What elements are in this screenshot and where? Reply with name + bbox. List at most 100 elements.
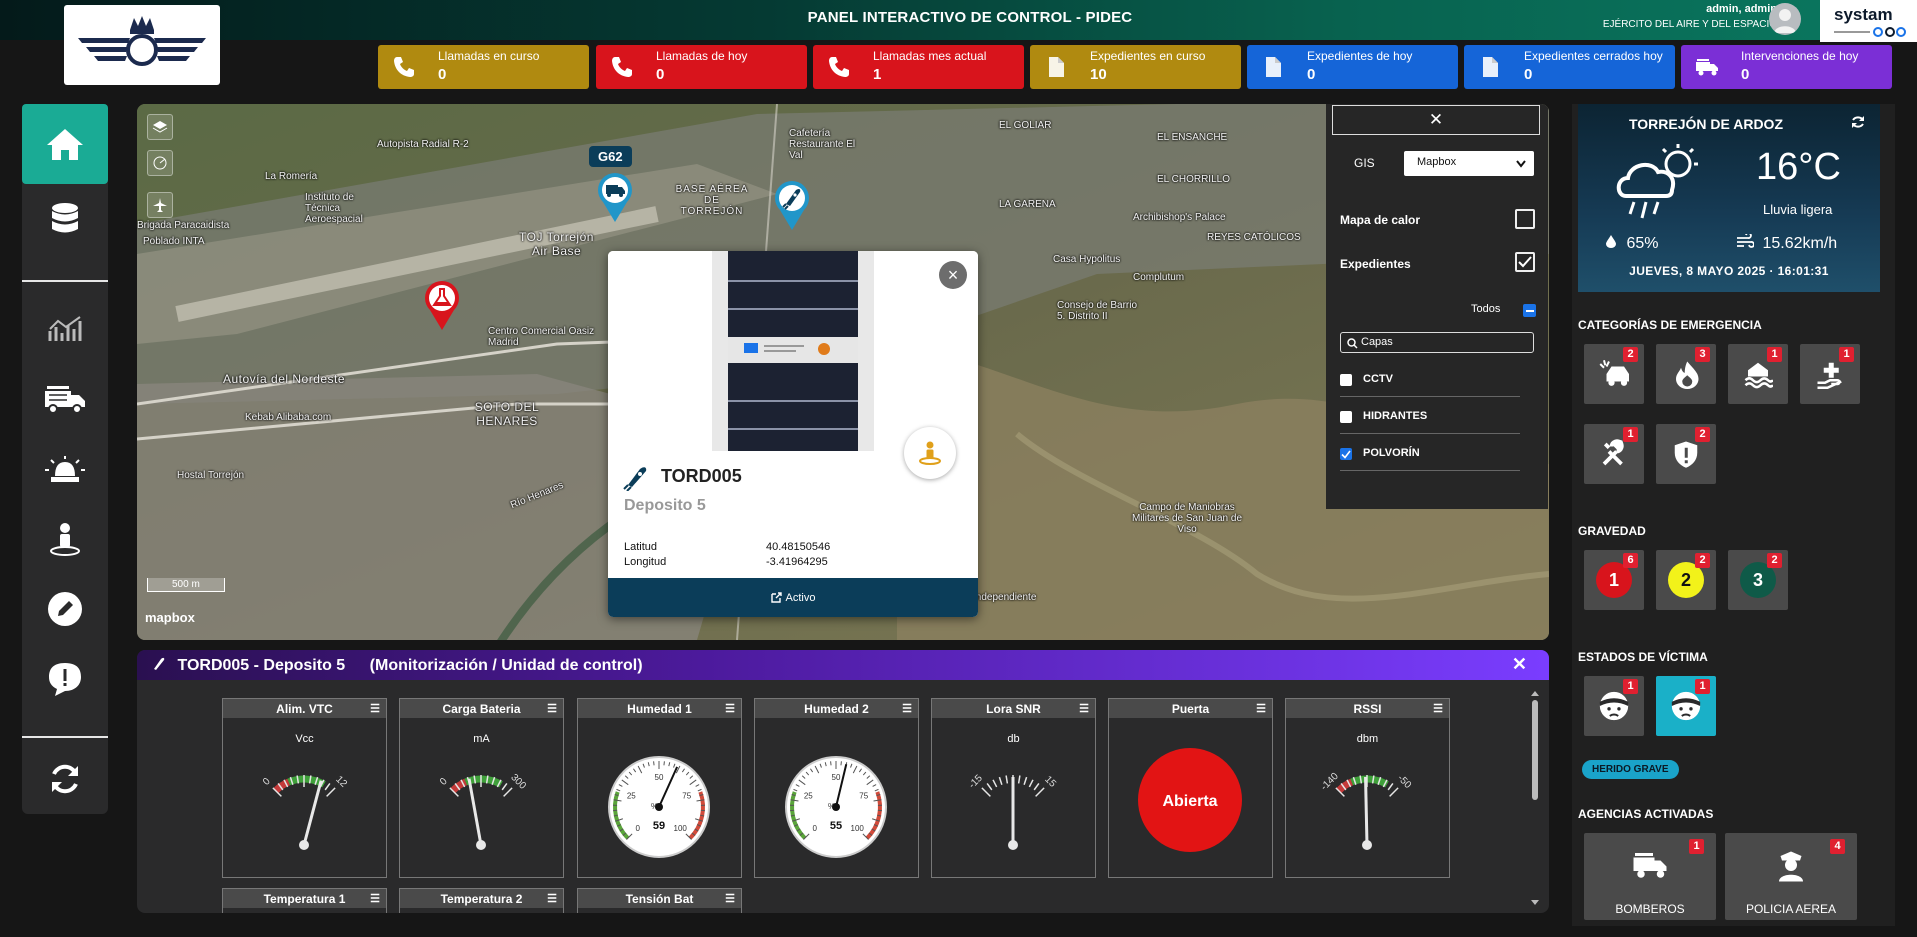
stat-tile-expedientes-en-curso[interactable]: Expedientes en curso 10 — [1030, 45, 1241, 89]
gauge-menu-icon[interactable]: ☰ — [902, 702, 912, 715]
popup-close-button[interactable]: × — [939, 261, 967, 289]
gauge-dial: 025507510055% — [785, 756, 887, 858]
agencies-title: AGENCIAS ACTIVADAS — [1578, 807, 1714, 821]
files-label: Expedientes — [1340, 257, 1411, 271]
gis-select[interactable]: Mapbox — [1404, 151, 1534, 176]
gauge-menu-icon[interactable]: ☰ — [547, 702, 557, 715]
gauge-menu-icon[interactable]: ☰ — [547, 892, 557, 905]
gauge-menu-icon[interactable]: ☰ — [725, 702, 735, 715]
stat-tile-llamadas-en-curso[interactable]: Llamadas en curso 0 — [378, 45, 589, 89]
severity-level-2[interactable]: 22 — [1656, 550, 1716, 610]
right-panel: TORREJÓN DE ARDOZ 16°C Lluvia ligera 65%… — [1572, 104, 1895, 926]
sidebar-item-warnings[interactable] — [22, 644, 108, 714]
gauge-rssi: RSSI ☰ dbm -140 -50 — [1285, 698, 1450, 878]
category-shield-alert[interactable]: 2 — [1656, 424, 1716, 484]
layer-item-cctv[interactable]: CCTV — [1340, 360, 1520, 397]
layers-search-input[interactable]: Capas — [1340, 332, 1534, 353]
todos-label: Todos — [1471, 303, 1501, 315]
sidebar-item-interventions[interactable] — [22, 364, 108, 434]
sidebar-item-people[interactable] — [22, 504, 108, 574]
map-flight-button[interactable] — [147, 192, 173, 218]
layer-checkbox[interactable] — [1340, 374, 1352, 386]
file-icon — [1266, 57, 1281, 77]
stat-tile-llamadas-mes-actual[interactable]: Llamadas mes actual 1 — [813, 45, 1024, 89]
refresh-icon — [1852, 116, 1864, 128]
sidebar-item-refresh[interactable] — [22, 744, 108, 814]
count-badge: 2 — [1623, 347, 1638, 362]
agency-bomberos[interactable]: 1 BOMBEROS — [1584, 833, 1716, 920]
layers-close-button[interactable]: ✕ — [1332, 105, 1540, 135]
active-button[interactable]: Activo — [608, 578, 978, 617]
monitor-close-button[interactable]: ✕ — [1512, 654, 1527, 675]
category-flood[interactable]: 1 — [1728, 344, 1788, 404]
polvorin-marker[interactable] — [772, 178, 812, 232]
sidebar-item-stats[interactable] — [22, 294, 108, 364]
gauge-menu-icon[interactable]: ☰ — [1433, 702, 1443, 715]
gauge-tick-label: 50 — [832, 773, 841, 782]
gauge-band-ok — [287, 775, 326, 788]
stat-tile-expedientes-cerrados-hoy[interactable]: Expedientes cerrados hoy 0 — [1464, 45, 1675, 89]
count-badge: 2 — [1695, 553, 1710, 568]
severity-level-1[interactable]: 16 — [1584, 550, 1644, 610]
gauge-tick — [986, 782, 993, 791]
count-badge: 1 — [1695, 679, 1710, 694]
gauge-menu-icon[interactable]: ☰ — [370, 702, 380, 715]
alert-bubble-icon — [49, 663, 81, 696]
sidebar-item-edit[interactable] — [22, 574, 108, 644]
todos-checkbox[interactable] — [1523, 304, 1536, 317]
map-label: Cafetería Restaurante El Val — [789, 128, 856, 161]
category-medical-aid[interactable]: 1 — [1800, 344, 1860, 404]
category-tools[interactable]: 1 — [1584, 424, 1644, 484]
gauge-menu-icon[interactable]: ☰ — [370, 892, 380, 905]
gauge-value: 55 — [830, 820, 842, 832]
lab-marker[interactable] — [422, 278, 462, 332]
victim-status-badge[interactable]: HERIDO GRAVE — [1582, 760, 1679, 779]
vehicle-tag[interactable]: G62 — [589, 146, 632, 167]
layer-checkbox[interactable] — [1340, 411, 1352, 423]
map-radar-button[interactable] — [147, 150, 173, 176]
gauge-title-text: Lora SNR — [986, 702, 1041, 716]
monitor-header: TORD005 - Deposito 5 (Monitorización / U… — [137, 650, 1549, 680]
agency-policia-aerea[interactable]: 4 POLICIA AEREA — [1725, 833, 1857, 920]
home-icon — [47, 129, 83, 160]
popup-locate-button[interactable] — [904, 427, 956, 479]
top-bar: PANEL INTERACTIVO DE CONTROL - PIDEC adm… — [0, 0, 1917, 42]
fire-truck-icon — [45, 386, 85, 414]
search-icon — [1347, 338, 1358, 349]
fire-icon — [1676, 361, 1699, 389]
weather-refresh-button[interactable] — [1850, 114, 1866, 135]
phone-icon — [394, 57, 414, 77]
sidebar-item-home[interactable] — [22, 104, 108, 184]
stat-tile-intervenciones-de-hoy[interactable]: Intervenciones de hoy 0 — [1681, 45, 1892, 89]
map-label: Archibishop's Palace — [1133, 212, 1226, 223]
layer-item-hidrantes[interactable]: HIDRANTES — [1340, 397, 1520, 434]
layer-checkbox[interactable] — [1340, 448, 1352, 460]
avatar[interactable] — [1769, 3, 1801, 35]
air-force-logo[interactable] — [64, 5, 220, 85]
map-view[interactable]: Autopista Radial R-2 La Romería Institut… — [137, 104, 1549, 640]
layer-item-polvorin[interactable]: POLVORÍN — [1340, 434, 1520, 471]
category-fire[interactable]: 3 — [1656, 344, 1716, 404]
sidebar-item-database[interactable] — [22, 184, 108, 254]
map-layers-button[interactable] — [147, 114, 173, 140]
gauge-menu-icon[interactable]: ☰ — [1079, 702, 1089, 715]
gauge-menu-icon[interactable]: ☰ — [1256, 702, 1266, 715]
heatmap-checkbox[interactable] — [1515, 209, 1535, 229]
victim-state-2[interactable]: 1 — [1656, 676, 1716, 736]
stat-tile-expedientes-de-hoy[interactable]: Expedientes de hoy 0 — [1247, 45, 1458, 89]
gauge-title: Temperatura 1 ☰ — [223, 889, 386, 908]
phone-icon — [829, 57, 849, 77]
categories-title: CATEGORÍAS DE EMERGENCIA — [1578, 318, 1762, 332]
gauge-menu-icon[interactable]: ☰ — [725, 892, 735, 905]
severity-level-3[interactable]: 32 — [1728, 550, 1788, 610]
victim-state-1[interactable]: 1 — [1584, 676, 1644, 736]
vehicle-marker[interactable] — [595, 170, 635, 224]
asset-id: TORD005 — [661, 466, 742, 486]
category-car-crash[interactable]: 2 — [1584, 344, 1644, 404]
user-info[interactable]: admin, admin EJÉRCITO DEL AIRE Y DEL ESP… — [1603, 2, 1777, 32]
monitor-scrollbar[interactable] — [1529, 688, 1541, 913]
layer-label: POLVORÍN — [1363, 447, 1420, 459]
files-checkbox[interactable] — [1515, 252, 1535, 272]
sidebar-item-alerts[interactable] — [22, 434, 108, 504]
stat-tile-llamadas-de-hoy[interactable]: Llamadas de hoy 0 — [596, 45, 807, 89]
